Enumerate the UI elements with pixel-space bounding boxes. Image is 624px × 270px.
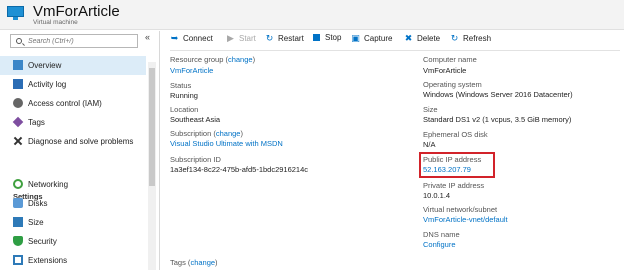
sidebar-item-label: Size: [28, 218, 44, 227]
subscription-id-value: 1a3ef134-8c22-475b-afd5-1bdc2916214c: [170, 165, 309, 174]
trash-icon: ✖: [404, 33, 413, 43]
capture-button[interactable]: ▣ Capture: [350, 33, 392, 46]
subscription-label: Subscription (change): [170, 129, 243, 138]
overview-icon: [13, 60, 23, 70]
stop-icon: [313, 34, 320, 41]
private-ip-value: 10.0.1.4: [423, 191, 451, 200]
sidebar-item-label: Diagnose and solve problems: [28, 137, 134, 146]
capture-icon: ▣: [351, 33, 360, 43]
search-icon: [16, 38, 22, 44]
sidebar-item-diagnose[interactable]: Diagnose and solve problems: [0, 132, 146, 151]
sidebar-item-label: Overview: [28, 61, 62, 70]
sidebar: « Overview Activity log Access control (…: [0, 31, 160, 270]
os-value: Windows (Windows Server 2016 Datacenter): [423, 90, 573, 99]
change-tags-link[interactable]: change: [190, 258, 215, 267]
page-subtitle: Virtual machine: [33, 19, 78, 26]
sidebar-item-label: Tags: [28, 118, 45, 127]
status-value: Running: [170, 91, 198, 100]
sidebar-item-label: Networking: [28, 180, 69, 189]
play-icon: ▶: [227, 33, 234, 43]
iam-icon: [13, 98, 23, 108]
collapse-sidebar-icon[interactable]: «: [145, 32, 150, 42]
computer-name-value: VmForArticle: [423, 66, 467, 75]
stop-button[interactable]: Stop: [311, 33, 341, 46]
network-icon: [13, 179, 23, 189]
delete-button[interactable]: ✖ Delete: [403, 33, 440, 46]
location-label: Location: [170, 105, 199, 114]
vnet-value[interactable]: VmForArticle-vnet/default: [423, 215, 508, 224]
sidebar-item-security[interactable]: Security: [0, 232, 146, 251]
disk-icon: [13, 198, 23, 208]
sidebar-item-label: Disks: [28, 199, 48, 208]
virtual-machine-icon: [7, 6, 24, 20]
sidebar-item-size[interactable]: Size: [0, 213, 146, 232]
activity-log-icon: [13, 79, 23, 89]
sidebar-item-networking[interactable]: Networking: [0, 175, 146, 194]
search-box[interactable]: [10, 34, 138, 48]
sidebar-item-access-control[interactable]: Access control (IAM): [0, 94, 146, 113]
sidebar-item-label: Security: [28, 237, 57, 246]
size-icon: [13, 217, 23, 227]
plug-icon: ➥: [170, 33, 179, 43]
resource-group-value[interactable]: VmForArticle: [170, 66, 213, 75]
private-ip-label: Private IP address: [423, 181, 485, 190]
refresh-icon: ↻: [450, 33, 459, 43]
sidebar-item-extensions[interactable]: Extensions: [0, 251, 146, 270]
tag-icon: [12, 116, 24, 128]
subscription-value[interactable]: Visual Studio Ultimate with MSDN: [170, 139, 283, 148]
dns-configure-link[interactable]: Configure: [423, 240, 456, 249]
size-label: Size: [423, 105, 438, 114]
computer-name-label: Computer name: [423, 55, 477, 64]
change-subscription-link[interactable]: change: [216, 129, 241, 138]
command-bar: ➥ Connect ▶ Start ↻ Restart Stop ▣ Capture ✖…: [161, 31, 624, 49]
resource-group-label: Resource group (change): [170, 55, 256, 64]
restart-icon: ↻: [265, 33, 274, 43]
sidebar-item-label: Activity log: [28, 80, 67, 89]
ephemeral-disk-value: N/A: [423, 140, 436, 149]
sidebar-item-tags[interactable]: Tags: [0, 113, 146, 132]
os-label: Operating system: [423, 80, 482, 89]
vnet-label: Virtual network/subnet: [423, 205, 498, 214]
blade-header: VmForArticle Virtual machine: [0, 0, 624, 30]
status-label: Status: [170, 81, 192, 90]
restart-button[interactable]: ↻ Restart: [264, 33, 304, 46]
location-value: Southeast Asia: [170, 115, 221, 124]
sidebar-item-disks[interactable]: Disks: [0, 194, 146, 213]
shield-icon: [13, 236, 23, 246]
sidebar-item-overview[interactable]: Overview: [0, 56, 146, 75]
tags-label: Tags (change): [170, 258, 218, 267]
page-title: VmForArticle: [33, 3, 120, 20]
change-resource-group-link[interactable]: change: [228, 55, 253, 64]
essentials-panel: Resource group (change) VmForArticle Sta…: [161, 50, 624, 270]
ephemeral-disk-label: Ephemeral OS disk: [423, 130, 488, 139]
sidebar-item-label: Access control (IAM): [28, 99, 102, 108]
connect-button[interactable]: ➥ Connect: [169, 33, 213, 46]
divider: [170, 50, 620, 51]
search-input[interactable]: [28, 36, 134, 47]
sidebar-item-activity-log[interactable]: Activity log: [0, 75, 146, 94]
public-ip-value[interactable]: 52.163.207.79: [423, 165, 471, 174]
sidebar-scrollbar[interactable]: [148, 62, 156, 270]
extensions-icon: [13, 255, 23, 265]
public-ip-label: Public IP address: [423, 155, 482, 164]
scrollbar-thumb[interactable]: [149, 68, 155, 186]
subscription-id-label: Subscription ID: [170, 155, 221, 164]
wrench-icon: [13, 136, 23, 146]
start-button[interactable]: ▶ Start: [225, 33, 256, 46]
size-value: Standard DS1 v2 (1 vcpus, 3.5 GiB memory…: [423, 115, 572, 124]
dns-label: DNS name: [423, 230, 460, 239]
sidebar-item-label: Extensions: [28, 256, 68, 265]
refresh-button[interactable]: ↻ Refresh: [449, 33, 491, 46]
